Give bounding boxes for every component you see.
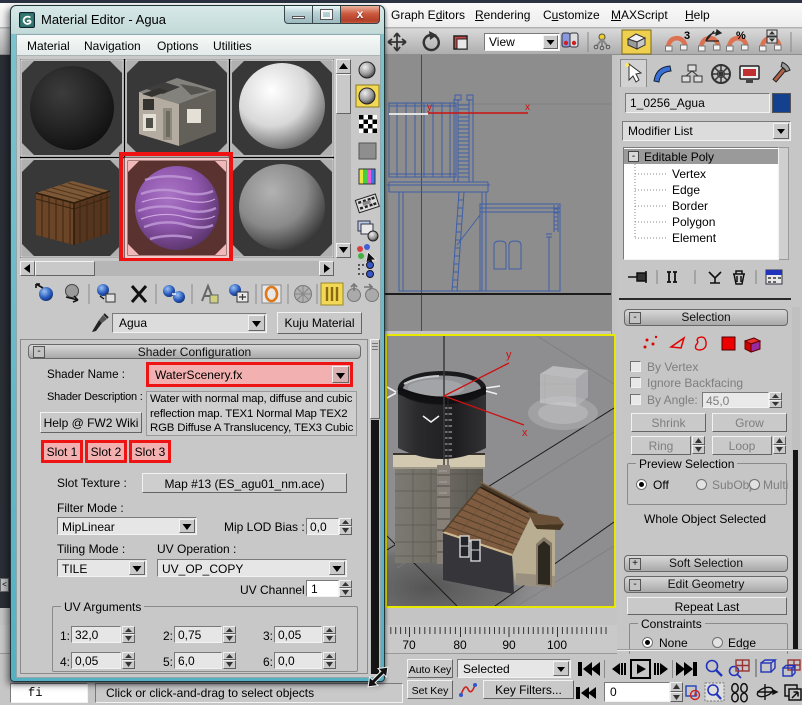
svg-text:90: 90 [502,638,516,652]
svg-text:100: 100 [547,638,567,652]
svg-text:x: x [522,427,528,439]
svg-text:70: 70 [402,638,416,652]
svg-text:y: y [506,349,512,361]
svg-text:3: 3 [684,30,690,42]
svg-text:y: y [427,102,432,113]
svg-text:%: % [736,30,746,42]
svg-text:80: 80 [453,638,467,652]
svg-text:x: x [525,102,530,113]
